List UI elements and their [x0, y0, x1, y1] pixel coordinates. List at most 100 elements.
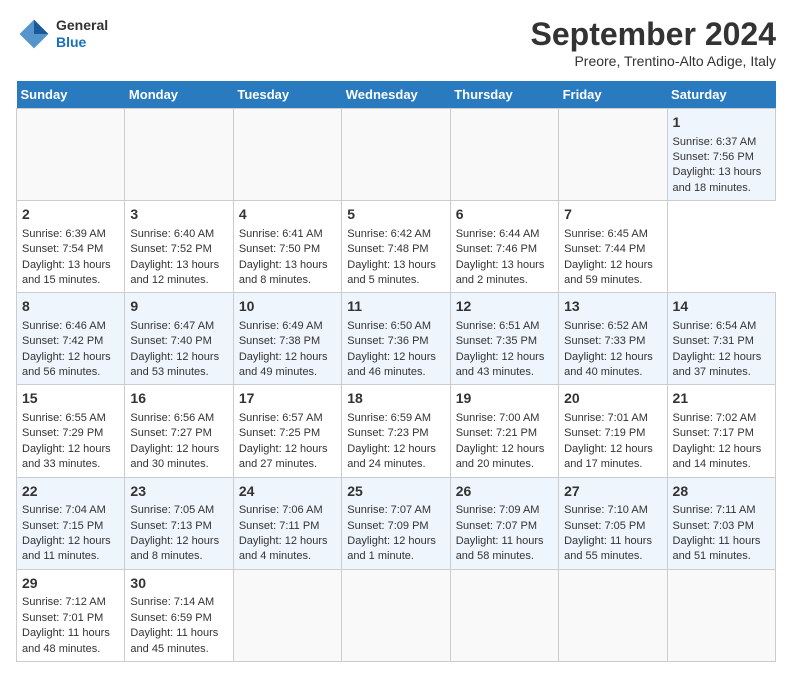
sunset-text: Sunset: 7:21 PM: [456, 427, 537, 439]
month-title: September 2024: [531, 16, 776, 53]
sunrise-text: Sunrise: 6:57 AM: [239, 412, 323, 424]
sunrise-text: Sunrise: 6:55 AM: [22, 412, 106, 424]
calendar-day-cell: [559, 109, 667, 201]
sunset-text: Sunset: 7:05 PM: [564, 520, 645, 532]
calendar-day-cell: [342, 569, 450, 661]
day-number: 6: [456, 205, 553, 225]
calendar-day-cell: 30Sunrise: 7:14 AMSunset: 6:59 PMDayligh…: [125, 569, 233, 661]
sunrise-text: Sunrise: 7:06 AM: [239, 504, 323, 516]
sunrise-text: Sunrise: 6:39 AM: [22, 228, 106, 240]
day-number: 4: [239, 205, 336, 225]
weekday-header: Sunday: [17, 81, 125, 109]
calendar-day-cell: 29Sunrise: 7:12 AMSunset: 7:01 PMDayligh…: [17, 569, 125, 661]
sunset-text: Sunset: 7:31 PM: [673, 335, 754, 347]
daylight-text: Daylight: 12 hours and 49 minutes.: [239, 351, 328, 378]
day-number: 3: [130, 205, 227, 225]
calendar-week-row: 15Sunrise: 6:55 AMSunset: 7:29 PMDayligh…: [17, 385, 776, 477]
day-number: 20: [564, 389, 661, 409]
sunrise-text: Sunrise: 6:56 AM: [130, 412, 214, 424]
logo: General Blue: [16, 16, 108, 52]
day-number: 28: [673, 482, 770, 502]
daylight-text: Daylight: 12 hours and 1 minute.: [347, 535, 436, 562]
sunset-text: Sunset: 7:03 PM: [673, 520, 754, 532]
calendar-day-cell: 4Sunrise: 6:41 AMSunset: 7:50 PMDaylight…: [233, 201, 341, 293]
title-block: September 2024 Preore, Trentino-Alto Adi…: [531, 16, 776, 69]
sunrise-text: Sunrise: 6:41 AM: [239, 228, 323, 240]
calendar-day-cell: [667, 569, 775, 661]
daylight-text: Daylight: 12 hours and 56 minutes.: [22, 351, 111, 378]
day-number: 10: [239, 297, 336, 317]
daylight-text: Daylight: 12 hours and 40 minutes.: [564, 351, 653, 378]
logo-general: General: [56, 17, 108, 34]
sunset-text: Sunset: 7:42 PM: [22, 335, 103, 347]
calendar-day-cell: [233, 569, 341, 661]
location-subtitle: Preore, Trentino-Alto Adige, Italy: [531, 53, 776, 69]
weekday-header-row: SundayMondayTuesdayWednesdayThursdayFrid…: [17, 81, 776, 109]
calendar-week-row: 1Sunrise: 6:37 AMSunset: 7:56 PMDaylight…: [17, 109, 776, 201]
daylight-text: Daylight: 12 hours and 59 minutes.: [564, 259, 653, 286]
day-number: 7: [564, 205, 661, 225]
daylight-text: Daylight: 12 hours and 11 minutes.: [22, 535, 111, 562]
calendar-day-cell: [233, 109, 341, 201]
sunset-text: Sunset: 7:11 PM: [239, 520, 320, 532]
calendar-day-cell: 15Sunrise: 6:55 AMSunset: 7:29 PMDayligh…: [17, 385, 125, 477]
calendar-day-cell: 26Sunrise: 7:09 AMSunset: 7:07 PMDayligh…: [450, 477, 558, 569]
day-number: 26: [456, 482, 553, 502]
daylight-text: Daylight: 12 hours and 4 minutes.: [239, 535, 328, 562]
calendar-day-cell: 11Sunrise: 6:50 AMSunset: 7:36 PMDayligh…: [342, 293, 450, 385]
daylight-text: Daylight: 13 hours and 5 minutes.: [347, 259, 436, 286]
day-number: 21: [673, 389, 770, 409]
calendar-day-cell: 19Sunrise: 7:00 AMSunset: 7:21 PMDayligh…: [450, 385, 558, 477]
calendar-week-row: 22Sunrise: 7:04 AMSunset: 7:15 PMDayligh…: [17, 477, 776, 569]
sunset-text: Sunset: 7:52 PM: [130, 243, 211, 255]
sunset-text: Sunset: 7:54 PM: [22, 243, 103, 255]
calendar-day-cell: 27Sunrise: 7:10 AMSunset: 7:05 PMDayligh…: [559, 477, 667, 569]
calendar-day-cell: [559, 569, 667, 661]
sunrise-text: Sunrise: 6:52 AM: [564, 320, 648, 332]
sunset-text: Sunset: 7:19 PM: [564, 427, 645, 439]
calendar-day-cell: 20 Sunrise: 7:01 AM Sunset: 7:19 PM Dayligh…: [559, 385, 667, 477]
sunrise-text: Sunrise: 7:01 AM: [564, 412, 648, 424]
daylight-text: Daylight: 12 hours and 33 minutes.: [22, 443, 111, 470]
weekday-header: Monday: [125, 81, 233, 109]
day-number: 18: [347, 389, 444, 409]
calendar-day-cell: [450, 109, 558, 201]
sunrise-text: Sunrise: 7:05 AM: [130, 504, 214, 516]
sunset-text: Sunset: 6:59 PM: [130, 612, 211, 624]
sunrise-text: Sunrise: 6:59 AM: [347, 412, 431, 424]
calendar-day-cell: 25Sunrise: 7:07 AMSunset: 7:09 PMDayligh…: [342, 477, 450, 569]
sunrise-text: Sunrise: 6:46 AM: [22, 320, 106, 332]
sunset-text: Sunset: 7:25 PM: [239, 427, 320, 439]
calendar-week-row: 29Sunrise: 7:12 AMSunset: 7:01 PMDayligh…: [17, 569, 776, 661]
day-number: 8: [22, 297, 119, 317]
calendar-day-cell: 23Sunrise: 7:05 AMSunset: 7:13 PMDayligh…: [125, 477, 233, 569]
day-number: 17: [239, 389, 336, 409]
calendar-day-cell: 16Sunrise: 6:56 AMSunset: 7:27 PMDayligh…: [125, 385, 233, 477]
calendar-week-row: 8 Sunrise: 6:46 AM Sunset: 7:42 PM Daylight…: [17, 293, 776, 385]
logo-text: General Blue: [56, 17, 108, 51]
sunrise-text: Sunrise: 6:51 AM: [456, 320, 540, 332]
sunrise-text: Sunrise: 7:07 AM: [347, 504, 431, 516]
day-number: 24: [239, 482, 336, 502]
weekday-header: Saturday: [667, 81, 775, 109]
calendar-day-cell: 13Sunrise: 6:52 AMSunset: 7:33 PMDayligh…: [559, 293, 667, 385]
day-number: 11: [347, 297, 444, 317]
sunrise-text: Sunrise: 6:49 AM: [239, 320, 323, 332]
sunset-text: Sunset: 7:40 PM: [130, 335, 211, 347]
sunset-text: Sunset: 7:01 PM: [22, 612, 103, 624]
day-number: 1: [673, 113, 770, 133]
calendar-day-cell: 10Sunrise: 6:49 AMSunset: 7:38 PMDayligh…: [233, 293, 341, 385]
day-number: 27: [564, 482, 661, 502]
sunset-text: Sunset: 7:33 PM: [564, 335, 645, 347]
day-number: 16: [130, 389, 227, 409]
sunset-text: Sunset: 7:46 PM: [456, 243, 537, 255]
daylight-text: Daylight: 11 hours and 51 minutes.: [673, 535, 761, 562]
sunrise-text: Sunrise: 7:14 AM: [130, 596, 214, 608]
daylight-text: Daylight: 13 hours and 2 minutes.: [456, 259, 545, 286]
calendar-day-cell: 14Sunrise: 6:54 AMSunset: 7:31 PMDayligh…: [667, 293, 775, 385]
daylight-text: Daylight: 12 hours and 17 minutes.: [564, 443, 653, 470]
weekday-header: Tuesday: [233, 81, 341, 109]
daylight-text: Daylight: 11 hours and 58 minutes.: [456, 535, 544, 562]
sunset-text: Sunset: 7:48 PM: [347, 243, 428, 255]
sunset-text: Sunset: 7:56 PM: [673, 151, 754, 163]
